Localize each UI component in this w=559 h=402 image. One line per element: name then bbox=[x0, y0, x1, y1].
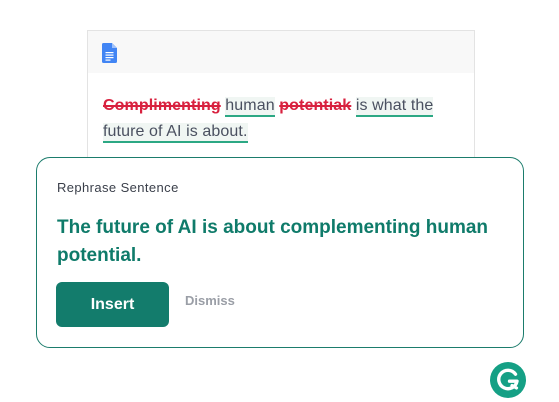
google-docs-icon bbox=[102, 43, 117, 63]
deleted-word[interactable]: Complimenting bbox=[103, 97, 221, 114]
dismiss-button[interactable]: Dismiss bbox=[185, 293, 235, 308]
grammarly-logo-icon[interactable] bbox=[490, 362, 526, 398]
inserted-phrase[interactable]: future of AI is about. bbox=[103, 123, 248, 143]
insert-button[interactable]: Insert bbox=[56, 282, 169, 327]
suggestion-type-label: Rephrase Sentence bbox=[57, 180, 179, 195]
suggested-sentence: The future of AI is about complementing … bbox=[57, 217, 489, 266]
deleted-word[interactable]: potentiak bbox=[279, 97, 351, 114]
suggestion-card: Rephrase Sentence The future of AI is ab… bbox=[36, 157, 524, 348]
inserted-phrase[interactable]: is what the bbox=[355, 97, 434, 117]
document-text: Complimenting human potentiak is what th… bbox=[103, 93, 463, 145]
document-toolbar bbox=[88, 31, 474, 73]
kept-word[interactable]: human bbox=[225, 97, 275, 117]
